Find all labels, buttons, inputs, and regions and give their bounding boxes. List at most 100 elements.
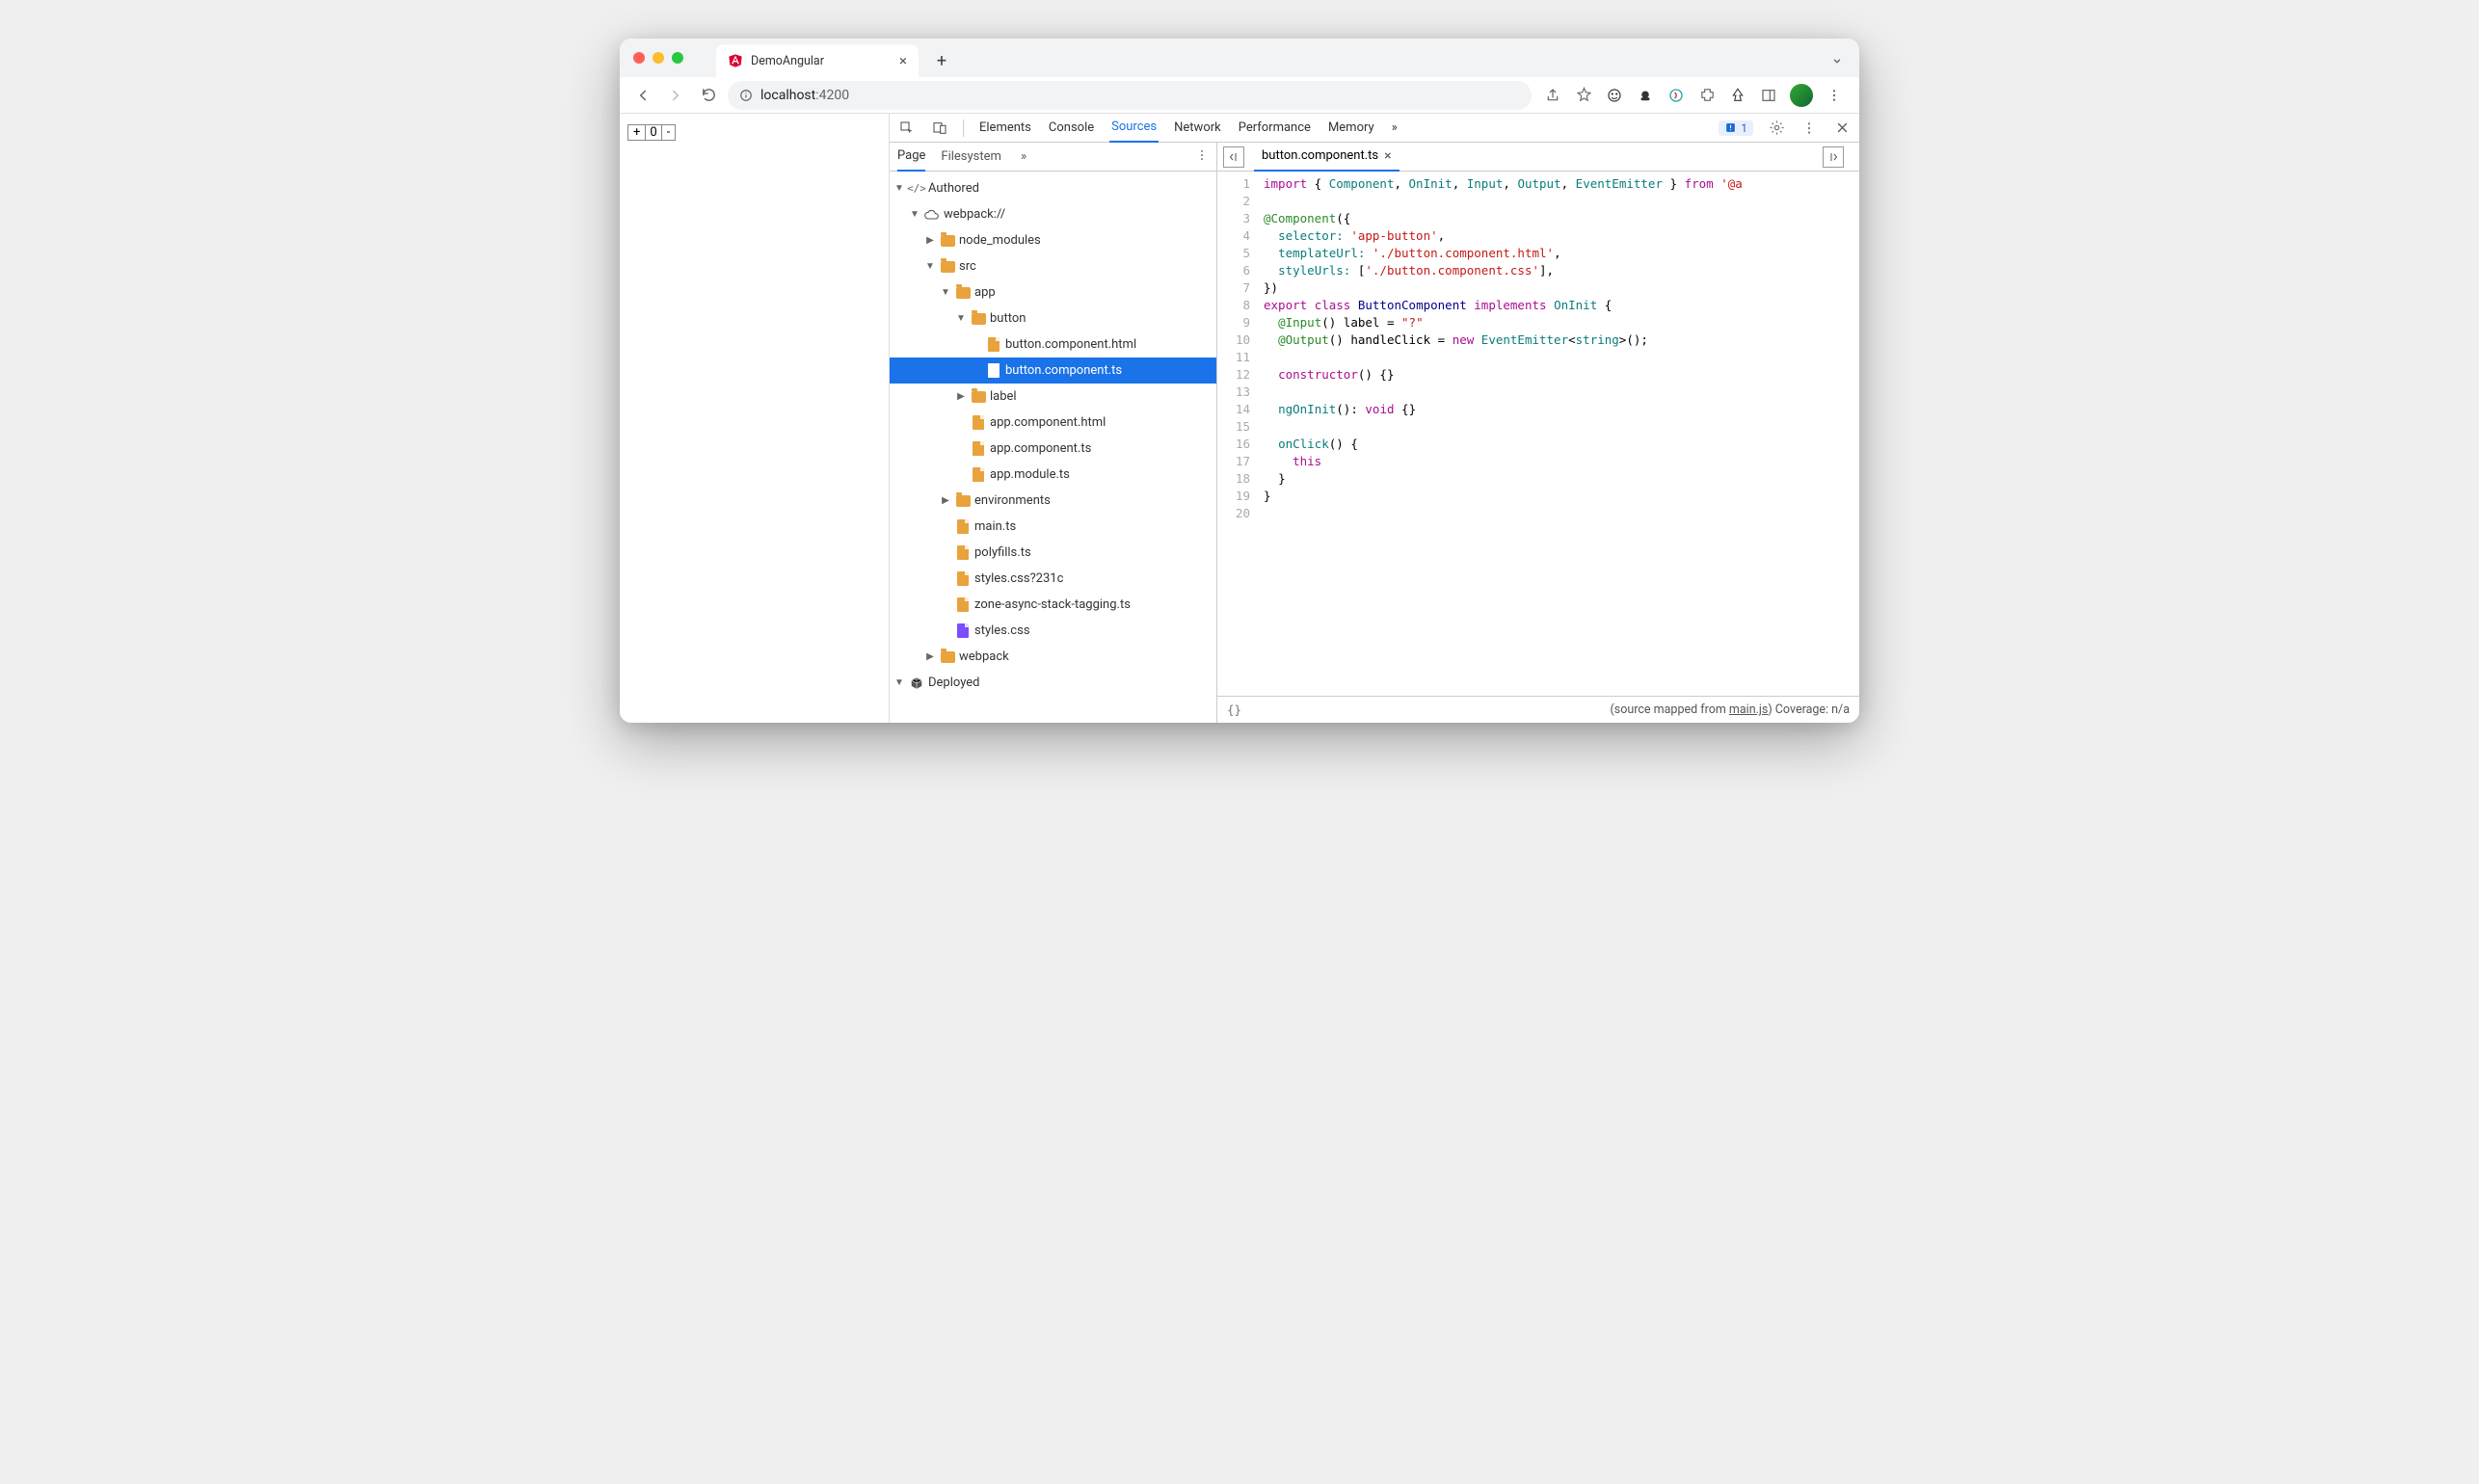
editor-pane: button.component.ts × 123456789101112131… — [1217, 143, 1859, 723]
tree-styles[interactable]: styles.css — [890, 618, 1216, 644]
counter-plus-button[interactable]: + — [628, 125, 646, 140]
tree-webpack[interactable]: ▼webpack:// — [890, 201, 1216, 227]
tree-authored[interactable]: ▼</>Authored — [890, 175, 1216, 201]
devtools-tabs-more-icon[interactable]: » — [1390, 114, 1399, 143]
forward-button[interactable] — [662, 82, 689, 109]
devtools-top-bar: Elements Console Sources Network Perform… — [890, 114, 1859, 143]
close-window-button[interactable] — [633, 52, 645, 64]
tree-app-ts[interactable]: app.component.ts — [890, 436, 1216, 462]
file-icon — [955, 623, 971, 639]
extension-icon-2[interactable] — [1636, 86, 1655, 105]
tree-app-module[interactable]: app.module.ts — [890, 462, 1216, 488]
devtools-tab-performance[interactable]: Performance — [1237, 114, 1313, 143]
file-icon — [971, 467, 986, 483]
tab-list-chevron-icon[interactable] — [1830, 53, 1844, 71]
editor-tab[interactable]: button.component.ts × — [1254, 143, 1399, 172]
line-gutter: 1234567891011121314151617181920 — [1217, 172, 1258, 696]
side-panel-icon[interactable] — [1759, 86, 1778, 105]
bookmark-star-icon[interactable] — [1574, 86, 1593, 105]
browser-window: DemoAngular × + localhost:4200 — [620, 39, 1859, 723]
tree-button-html[interactable]: button.component.html — [890, 331, 1216, 358]
folder-icon — [955, 493, 971, 509]
back-button[interactable] — [629, 82, 656, 109]
issues-count: 1 — [1741, 121, 1747, 135]
show-navigator-icon[interactable] — [1223, 146, 1244, 168]
navigator-tab-page[interactable]: Page — [897, 143, 925, 172]
file-icon — [955, 597, 971, 613]
tree-src[interactable]: ▼src — [890, 253, 1216, 279]
devtools-tab-network[interactable]: Network — [1172, 114, 1223, 143]
navigator-tab-filesystem[interactable]: Filesystem — [941, 143, 1001, 172]
new-tab-button[interactable]: + — [928, 47, 955, 74]
folder-icon — [955, 285, 971, 301]
tree-app-html[interactable]: app.component.html — [890, 410, 1216, 436]
info-icon — [739, 89, 753, 102]
devtools-settings-icon[interactable] — [1767, 119, 1786, 138]
minimize-window-button[interactable] — [653, 52, 664, 64]
rendered-page: + 0 - — [620, 114, 890, 723]
tree-button-folder[interactable]: ▼button — [890, 305, 1216, 331]
tree-polyfills[interactable]: polyfills.ts — [890, 540, 1216, 566]
folder-icon — [940, 233, 955, 249]
file-icon — [971, 441, 986, 457]
devtools-tab-elements[interactable]: Elements — [977, 114, 1033, 143]
source-map-link[interactable]: main.js — [1729, 702, 1768, 717]
tree-zone[interactable]: zone-async-stack-tagging.ts — [890, 592, 1216, 618]
tab-close-icon[interactable]: × — [899, 52, 907, 69]
tree-environments[interactable]: ▶environments — [890, 488, 1216, 514]
devtools: Elements Console Sources Network Perform… — [890, 114, 1859, 723]
extensions-puzzle-icon[interactable] — [1697, 86, 1717, 105]
inspect-element-icon[interactable] — [897, 119, 917, 138]
chrome-menu-icon[interactable] — [1825, 86, 1844, 105]
devtools-tab-sources[interactable]: Sources — [1109, 114, 1159, 143]
code-icon: </> — [909, 181, 924, 197]
tree-button-ts[interactable]: button.component.ts — [890, 358, 1216, 384]
tree-styles-q[interactable]: styles.css?231c — [890, 566, 1216, 592]
editor-tab-close-icon[interactable]: × — [1384, 148, 1391, 164]
maximize-window-button[interactable] — [672, 52, 683, 64]
folder-icon — [940, 649, 955, 665]
url-bar: localhost:4200 — [620, 77, 1859, 114]
folder-icon — [971, 389, 986, 405]
browser-tab[interactable]: DemoAngular × — [716, 44, 919, 77]
extension-icon-1[interactable] — [1605, 86, 1624, 105]
devtools-tab-console[interactable]: Console — [1047, 114, 1096, 143]
url-host: localhost — [760, 88, 815, 103]
file-icon — [986, 337, 1001, 353]
devtools-close-icon[interactable] — [1832, 119, 1852, 138]
pretty-print-icon[interactable]: {} — [1227, 702, 1241, 717]
editor-tab-label: button.component.ts — [1262, 148, 1378, 163]
extension-icon-4[interactable] — [1728, 86, 1747, 105]
file-icon — [955, 519, 971, 535]
tree-main-ts[interactable]: main.ts — [890, 514, 1216, 540]
url-field[interactable]: localhost:4200 — [728, 81, 1532, 110]
tree-label-folder[interactable]: ▶label — [890, 384, 1216, 410]
devtools-menu-icon[interactable] — [1799, 119, 1819, 138]
toolbar-icons — [1537, 84, 1850, 107]
issues-pill[interactable]: 1 — [1719, 120, 1753, 136]
reload-button[interactable] — [695, 82, 722, 109]
editor-status-bar: {} (source mapped from main.js) Coverage… — [1217, 696, 1859, 723]
traffic-lights — [633, 52, 683, 64]
folder-icon — [971, 311, 986, 327]
navigator-menu-icon[interactable] — [1195, 148, 1209, 166]
file-icon — [971, 415, 986, 431]
angular-icon — [728, 53, 743, 68]
profile-avatar[interactable] — [1790, 84, 1813, 107]
tree-webpack-folder[interactable]: ▶webpack — [890, 644, 1216, 670]
tree-app[interactable]: ▼app — [890, 279, 1216, 305]
navigator-tabs-more-icon[interactable]: » — [1021, 143, 1026, 172]
tree-node-modules[interactable]: ▶node_modules — [890, 227, 1216, 253]
code-area[interactable]: 1234567891011121314151617181920 import {… — [1217, 172, 1859, 696]
url-port: :4200 — [815, 88, 849, 103]
tree-deployed[interactable]: ▼Deployed — [890, 670, 1216, 696]
source-map-text: (source mapped from — [1611, 702, 1729, 717]
file-tree: ▼</>Authored ▼webpack:// ▶node_modules ▼… — [890, 172, 1216, 723]
extension-icon-3[interactable] — [1666, 86, 1686, 105]
share-icon[interactable] — [1543, 86, 1562, 105]
issues-icon — [1724, 121, 1737, 134]
device-toolbar-icon[interactable] — [930, 119, 949, 138]
devtools-tab-memory[interactable]: Memory — [1326, 114, 1376, 143]
show-debugger-icon[interactable] — [1823, 146, 1844, 168]
counter-minus-button[interactable]: - — [661, 125, 676, 140]
